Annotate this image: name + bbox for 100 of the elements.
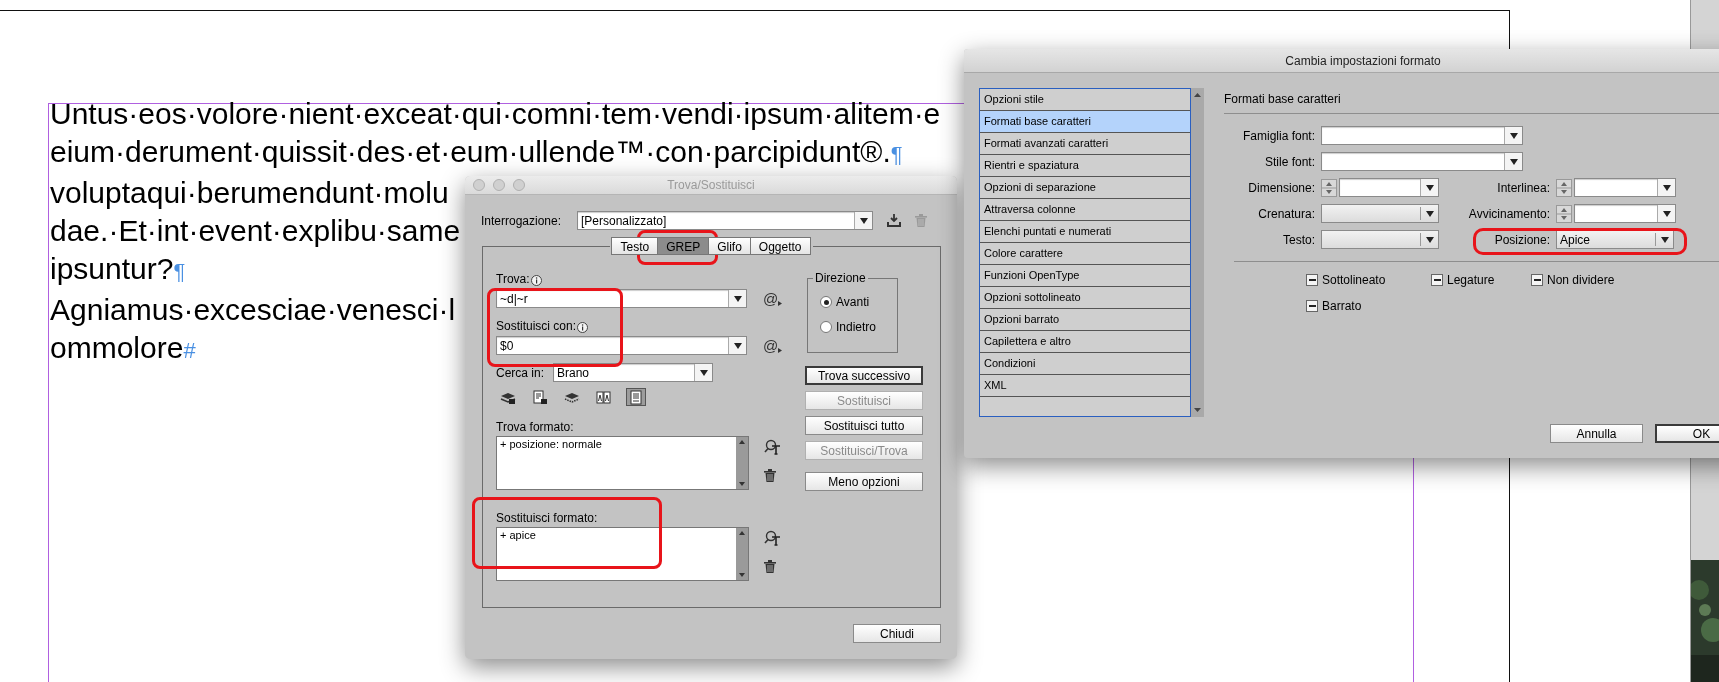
format-list[interactable]: + posizione: normale xyxy=(496,436,749,490)
dialog-button[interactable]: Chiudi xyxy=(853,624,941,643)
body-text-line: ommolore xyxy=(50,330,184,366)
field-label: Trova: xyxy=(496,272,530,286)
category-item[interactable]: Opzioni sottolineato xyxy=(980,287,1190,309)
special-character-button[interactable]: @ xyxy=(763,291,779,306)
value-combo-field[interactable] xyxy=(1574,204,1676,223)
radio-label: Indietro xyxy=(836,319,877,336)
radio-button[interactable] xyxy=(820,321,832,333)
dialog-button[interactable]: Meno opzioni xyxy=(805,472,923,491)
dropdown-arrow-icon xyxy=(733,342,742,349)
field-label: Posizione: xyxy=(1493,231,1550,249)
checkbox-label: Barrato xyxy=(1322,298,1362,315)
dropdown-arrow-icon xyxy=(699,369,708,376)
checkbox[interactable] xyxy=(1306,274,1318,286)
body-text-line: dae.·Et·int·event·explibu·same xyxy=(50,213,461,249)
dropdown-arrow-icon xyxy=(859,217,868,224)
field-label: Crenatura: xyxy=(1257,205,1315,223)
checkbox[interactable] xyxy=(1306,300,1318,312)
body-text-line: voluptaqui·berumendunt·molu xyxy=(50,175,449,211)
trash-icon[interactable] xyxy=(764,560,776,573)
category-item[interactable]: Condizioni xyxy=(980,353,1190,375)
category-item[interactable]: Rientri e spaziatura xyxy=(980,155,1190,177)
category-item[interactable]: Opzioni di separazione xyxy=(980,177,1190,199)
category-item[interactable]: Formati base caratteri xyxy=(980,111,1190,133)
scrollbar[interactable] xyxy=(1191,88,1204,417)
field-label: Sostituisci con: xyxy=(496,319,577,333)
search-option-icon xyxy=(628,389,644,405)
window-title: Cambia impostazioni formato xyxy=(1285,52,1441,70)
info-icon xyxy=(577,322,589,333)
category-item[interactable]: XML xyxy=(980,375,1190,397)
dropdown-arrow-icon xyxy=(733,295,742,302)
body-text-line: Agniamus·excesciae·venesci·l xyxy=(50,292,456,328)
find-field[interactable]: ~d|~r xyxy=(496,289,747,308)
dialog-button[interactable]: Trova successivo xyxy=(805,366,923,385)
info-icon xyxy=(530,275,542,286)
body-text-line: Untus·eos·volore·nient·exceat·qui·comni·tem·vendi·ipsum·alitem·e xyxy=(50,96,941,132)
category-item[interactable]: Attraversa colonne xyxy=(980,199,1190,221)
dialog-button[interactable]: Sostituisci tutto xyxy=(805,416,923,435)
tab[interactable]: GREP xyxy=(657,237,710,255)
dropdown-arrow-icon xyxy=(1425,210,1434,217)
dropdown-arrow-icon xyxy=(1425,236,1434,243)
stepper-icon[interactable] xyxy=(1321,178,1337,197)
trash-icon[interactable] xyxy=(764,469,776,482)
stepper-icon[interactable] xyxy=(1556,178,1572,197)
field-label: Interrogazione: xyxy=(481,212,563,230)
category-item[interactable]: Funzioni OpenType xyxy=(980,265,1190,287)
dropdown-arrow-icon xyxy=(1509,132,1518,139)
scrollbar[interactable] xyxy=(736,528,748,580)
search-scope-dropdown[interactable]: Brano xyxy=(553,363,713,382)
category-item[interactable]: Colore carattere xyxy=(980,243,1190,265)
format-search-icon[interactable] xyxy=(764,439,782,455)
body-text-line: ipsuntur? xyxy=(50,251,174,287)
font-combo-field[interactable] xyxy=(1321,126,1523,145)
value-combo-field[interactable] xyxy=(1339,178,1439,197)
stepper-icon[interactable] xyxy=(1556,204,1572,223)
dropdown-arrow-icon xyxy=(1509,158,1518,165)
category-item[interactable]: Opzioni barrato xyxy=(980,309,1190,331)
tab[interactable]: Testo xyxy=(611,237,659,255)
tab[interactable]: Glifo xyxy=(708,237,751,255)
checkbox-label: Sottolineato xyxy=(1322,272,1386,289)
search-option-toggle[interactable] xyxy=(594,388,614,406)
body-text-line: eium·derument·quissit·des·et·eum·ullende™·con·parcipidunt®. xyxy=(50,134,891,170)
font-combo-field[interactable] xyxy=(1321,152,1523,171)
format-list[interactable]: + apice xyxy=(496,527,749,581)
radio-button[interactable] xyxy=(820,296,832,308)
value-combo-field[interactable] xyxy=(1574,178,1676,197)
field-label: Testo: xyxy=(1282,231,1315,249)
tab[interactable]: Oggetto xyxy=(749,237,811,255)
hidden-character-mark: ¶ xyxy=(890,142,903,167)
search-option-icon xyxy=(532,389,548,405)
popup-menu[interactable] xyxy=(1321,204,1439,223)
query-dropdown[interactable]: [Personalizzato] xyxy=(577,211,873,230)
dropdown-arrow-icon xyxy=(1662,210,1671,217)
dropdown-arrow-icon xyxy=(1662,184,1671,191)
special-character-button[interactable]: @ xyxy=(763,338,779,353)
checkbox-label: Non dividere xyxy=(1547,272,1615,289)
scrollbar[interactable] xyxy=(736,437,748,489)
checkbox[interactable] xyxy=(1431,274,1443,286)
field-label: Cerca in: xyxy=(496,364,546,382)
checkbox[interactable] xyxy=(1531,274,1543,286)
dialog-button[interactable]: Annulla xyxy=(1550,424,1643,443)
checkbox-label: Legature xyxy=(1447,272,1495,289)
field-label: Sostituisci formato: xyxy=(496,511,599,525)
replace-field[interactable]: $0 xyxy=(496,336,747,355)
format-entry: + posizione: normale xyxy=(500,438,603,451)
format-search-icon[interactable] xyxy=(764,530,782,546)
save-icon[interactable] xyxy=(886,213,902,228)
category-item[interactable]: Capilettera e altro xyxy=(980,331,1190,353)
search-option-toggle[interactable] xyxy=(626,388,646,406)
field-label: Trova formato: xyxy=(496,420,575,434)
category-item[interactable]: Elenchi puntati e numerati xyxy=(980,221,1190,243)
field-label: Dimensione: xyxy=(1247,179,1315,197)
search-option-toggle[interactable] xyxy=(530,388,550,406)
popup-menu[interactable] xyxy=(1321,230,1439,249)
search-option-icon xyxy=(596,389,612,405)
category-list[interactable] xyxy=(979,88,1191,417)
category-item[interactable]: Formati avanzati caratteri xyxy=(980,133,1190,155)
dialog-button[interactable]: OK xyxy=(1655,424,1719,443)
dropdown-arrow-icon xyxy=(1660,236,1669,243)
